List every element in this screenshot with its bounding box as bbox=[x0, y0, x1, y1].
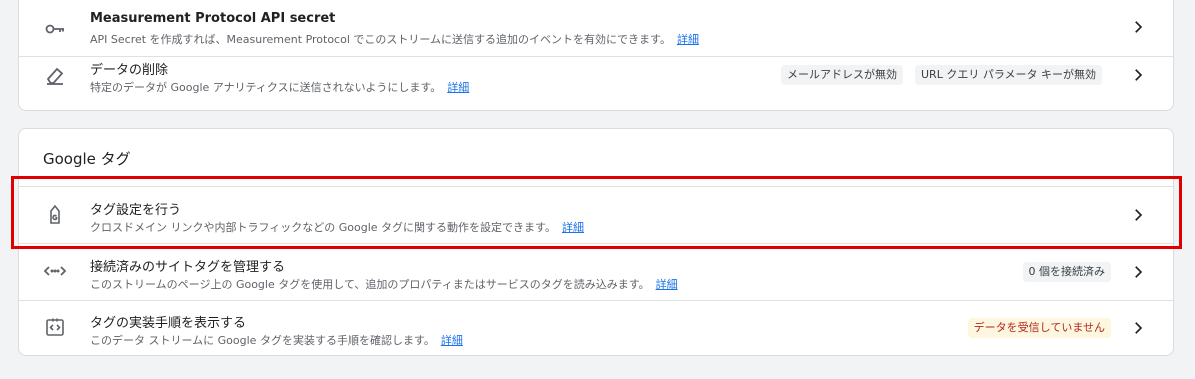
row-description: クロスドメイン リンクや内部トラフィックなどの Google タグに関する動作を… bbox=[90, 221, 584, 234]
measurement-protocol-row[interactable]: Measurement Protocol API secret API Secr… bbox=[19, 0, 1173, 56]
eraser-icon bbox=[43, 63, 67, 87]
configure-tag-settings-row[interactable]: タグ設定を行う クロスドメイン リンクや内部トラフィックなどの Google タ… bbox=[19, 186, 1173, 243]
code-arrows-icon bbox=[43, 259, 67, 283]
row-title: タグの実装手順を表示する bbox=[90, 316, 247, 331]
chevron-right-icon[interactable] bbox=[1129, 66, 1147, 84]
view-tag-instructions-row[interactable]: タグの実装手順を表示する このデータ ストリームに Google タグを実装する… bbox=[19, 300, 1173, 357]
data-deletion-row[interactable]: データの削除 特定のデータが Google アナリティクスに送信されないようにし… bbox=[19, 56, 1173, 112]
learn-more-link[interactable]: 詳細 bbox=[677, 33, 699, 46]
google-tag-icon bbox=[43, 203, 67, 227]
row-description: このストリームのページ上の Google タグを使用して、追加のプロパティまたは… bbox=[90, 278, 678, 291]
learn-more-link[interactable]: 詳細 bbox=[441, 334, 463, 347]
row-title: データの削除 bbox=[90, 63, 169, 78]
row-title: タグ設定を行う bbox=[90, 203, 182, 218]
tag-code-icon bbox=[43, 315, 67, 339]
url-query-invalid-chip: URL クエリ パラメータ キーが無効 bbox=[915, 65, 1102, 85]
row-description: API Secret を作成すれば、Measurement Protocol で… bbox=[90, 33, 699, 46]
row-title: 接続済みのサイトタグを管理する bbox=[90, 260, 286, 275]
chevron-right-icon[interactable] bbox=[1129, 206, 1147, 224]
learn-more-link[interactable]: 詳細 bbox=[562, 221, 584, 234]
no-data-status-chip: データを受信していません bbox=[967, 318, 1111, 338]
learn-more-link[interactable]: 詳細 bbox=[447, 81, 469, 94]
learn-more-link[interactable]: 詳細 bbox=[656, 278, 678, 291]
section-title: Google タグ bbox=[43, 150, 131, 168]
chevron-right-icon[interactable] bbox=[1129, 263, 1147, 281]
row-description: 特定のデータが Google アナリティクスに送信されないようにします。 詳細 bbox=[90, 81, 470, 94]
row-title: Measurement Protocol API secret bbox=[90, 11, 336, 26]
chevron-right-icon[interactable] bbox=[1129, 18, 1147, 36]
google-tag-card: Google タグ タグ設定を行う クロスドメイン リンクや内部トラフィックなど… bbox=[18, 128, 1174, 356]
manage-connected-site-tags-row[interactable]: 接続済みのサイトタグを管理する このストリームのページ上の Google タグを… bbox=[19, 243, 1173, 300]
connected-count-chip: 0 個を接続済み bbox=[1022, 262, 1111, 282]
chevron-right-icon[interactable] bbox=[1129, 319, 1147, 337]
email-invalid-chip: メールアドレスが無効 bbox=[781, 65, 903, 85]
row-description: このデータ ストリームに Google タグを実装する手順を確認します。 詳細 bbox=[90, 334, 463, 347]
stream-settings-card: Measurement Protocol API secret API Secr… bbox=[18, 0, 1174, 111]
key-icon bbox=[43, 17, 67, 41]
